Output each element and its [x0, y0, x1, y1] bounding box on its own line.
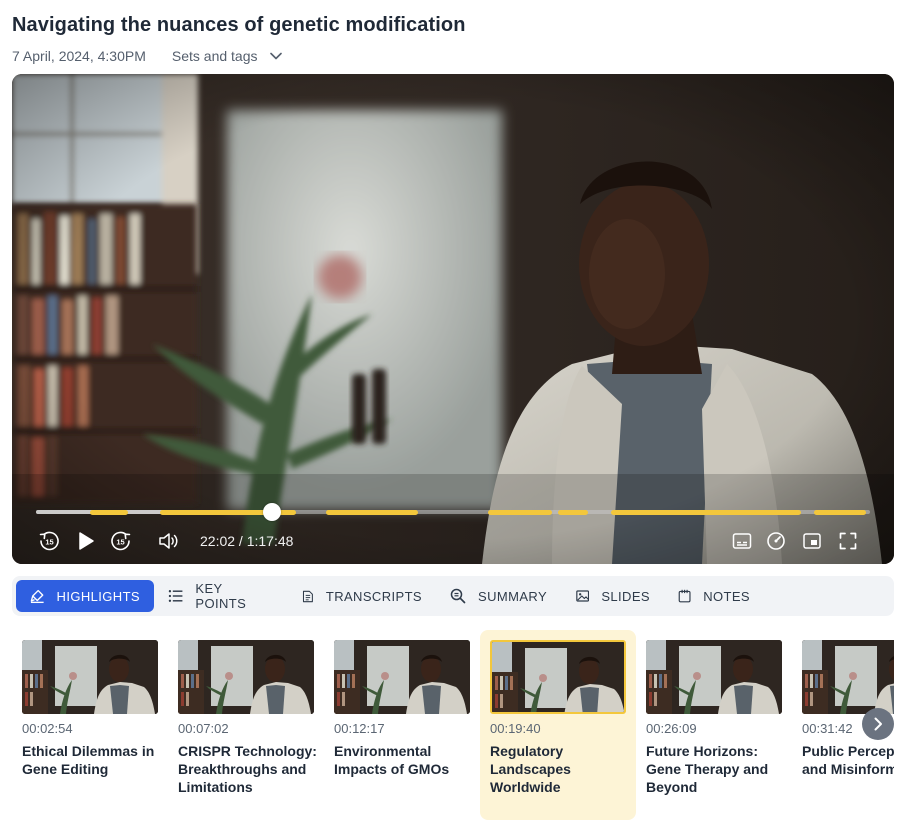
highlight-card[interactable]: 00:07:02 CRISPR Technology: Breakthrough… — [168, 630, 324, 820]
content-tabs: HIGHLIGHTS KEY POINTS TRANSCRIPTS SUMMAR… — [12, 576, 894, 616]
highlight-title: Regulatory Landscapes Worldwide — [490, 743, 571, 795]
highlight-marker[interactable] — [558, 509, 588, 515]
page-title: Navigating the nuances of genetic modifi… — [12, 14, 466, 36]
speed-icon — [767, 532, 785, 550]
list-icon — [168, 590, 183, 602]
sets-and-tags-label: Sets and tags — [171, 48, 258, 64]
sets-and-tags-dropdown[interactable]: Sets and tags — [172, 48, 282, 64]
fullscreen-button[interactable] — [836, 527, 860, 555]
thumbnail-image — [22, 640, 158, 714]
tab-slides[interactable]: SLIDES — [562, 580, 664, 612]
video-player[interactable]: 15 15 22:02 / 1:17:48 — [12, 74, 894, 564]
thumbnail-image — [492, 642, 624, 712]
highlight-timestamp: 00:12:17 — [334, 721, 385, 736]
play-button[interactable] — [74, 527, 98, 555]
fullscreen-icon — [839, 532, 857, 550]
highlight-thumbnail — [22, 640, 158, 714]
playback-speed-button[interactable] — [764, 527, 788, 555]
highlights-list: 00:02:54 Ethical Dilemmas in Gene Editin… — [12, 630, 894, 822]
highlight-thumbnail — [178, 640, 314, 714]
highlight-card[interactable]: 00:02:54 Ethical Dilemmas in Gene Editin… — [12, 630, 168, 820]
volume-button[interactable] — [156, 527, 182, 555]
forward-15-button[interactable]: 15 — [108, 527, 134, 555]
highlight-marker[interactable] — [611, 509, 801, 515]
search-doc-icon — [450, 588, 466, 604]
tab-notes[interactable]: NOTES — [664, 580, 764, 612]
forward-15-icon: 15 — [111, 531, 131, 551]
highlight-timestamp: 00:07:02 — [178, 721, 229, 736]
thumbnail-image — [802, 640, 894, 714]
tab-label: SLIDES — [601, 588, 650, 604]
rewind-15-button[interactable]: 15 — [36, 527, 62, 555]
tab-label: NOTES — [703, 588, 750, 604]
highlight-marker[interactable] — [814, 509, 866, 515]
video-detail-page: Navigating the nuances of genetic modifi… — [0, 0, 918, 832]
play-icon — [79, 532, 94, 550]
tab-label: HIGHLIGHTS — [56, 588, 140, 604]
thumbnail-image — [646, 640, 782, 714]
tab-transcripts[interactable]: TRANSCRIPTS — [288, 580, 436, 612]
rewind-15-icon: 15 — [39, 531, 59, 551]
highlight-title: Public Perception and Misinformation — [802, 743, 894, 777]
rewind-seconds: 15 — [45, 538, 53, 547]
highlight-thumbnail — [490, 640, 626, 714]
highlight-card[interactable]: 00:12:17 Environmental Impacts of GMOs — [324, 630, 480, 820]
notepad-icon — [678, 589, 691, 603]
tab-label: SUMMARY — [478, 588, 548, 604]
highlight-title: Ethical Dilemmas in Gene Editing — [22, 743, 155, 777]
chevron-down-icon — [269, 52, 282, 60]
tab-label: KEY POINTS — [195, 581, 247, 611]
highlight-timestamp: 00:02:54 — [22, 721, 73, 736]
tab-label: TRANSCRIPTS — [325, 588, 422, 604]
highlight-marker[interactable] — [488, 509, 552, 515]
highlight-timestamp: 00:31:42 — [802, 721, 853, 736]
volume-icon — [159, 533, 178, 549]
progress-knob[interactable] — [263, 503, 281, 521]
highlight-marker[interactable] — [326, 509, 418, 515]
highlight-title: CRISPR Technology: Breakthroughs and Lim… — [178, 743, 317, 795]
captions-button[interactable] — [730, 527, 754, 555]
video-frame — [12, 74, 894, 564]
picture-in-picture-icon — [803, 533, 821, 549]
highlight-timestamp: 00:19:40 — [490, 721, 541, 736]
video-progress-bar[interactable] — [36, 503, 870, 521]
document-icon — [302, 590, 313, 602]
thumbnail-image — [178, 640, 314, 714]
image-icon — [576, 590, 590, 602]
highlighter-icon — [30, 589, 44, 604]
chevron-right-icon — [874, 717, 882, 731]
thumbnail-image — [334, 640, 470, 714]
recording-date: 7 April, 2024, 4:30PM — [12, 48, 146, 64]
highlight-timestamp: 00:26:09 — [646, 721, 697, 736]
meta-row: 7 April, 2024, 4:30PM Sets and tags — [12, 46, 282, 66]
highlight-title: Environmental Impacts of GMOs — [334, 743, 450, 777]
forward-seconds: 15 — [116, 538, 124, 547]
tab-key-points[interactable]: KEY POINTS — [154, 580, 288, 612]
highlight-card[interactable]: 00:26:09 Future Horizons: Gene Therapy a… — [636, 630, 792, 820]
highlight-card[interactable]: 00:19:40 Regulatory Landscapes Worldwide — [480, 630, 636, 820]
highlight-thumbnail — [334, 640, 470, 714]
picture-in-picture-button[interactable] — [800, 527, 824, 555]
highlight-marker[interactable] — [90, 509, 128, 515]
highlight-title: Future Horizons: Gene Therapy and Beyond — [646, 743, 769, 795]
captions-icon — [732, 533, 752, 549]
time-display: 22:02 / 1:17:48 — [200, 533, 294, 549]
next-highlights-button[interactable] — [862, 708, 894, 740]
tab-highlights[interactable]: HIGHLIGHTS — [16, 580, 154, 612]
tab-summary[interactable]: SUMMARY — [436, 580, 562, 612]
highlight-thumbnail — [802, 640, 894, 714]
highlight-thumbnail — [646, 640, 782, 714]
